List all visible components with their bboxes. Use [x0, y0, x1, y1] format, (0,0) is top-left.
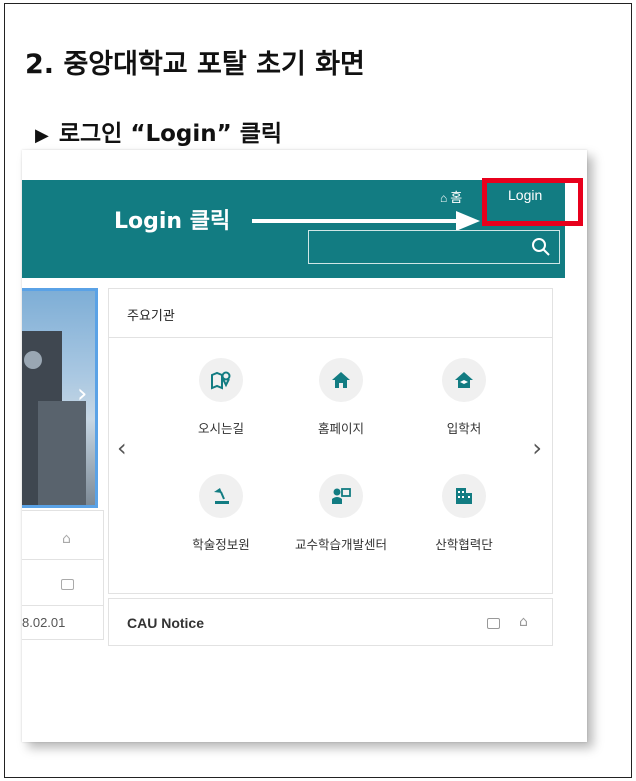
home-icon: ⌂ — [440, 191, 448, 205]
arrow-right-icon — [252, 211, 480, 231]
org-tile-admissions[interactable]: 입학처 — [404, 358, 524, 437]
home-link-label: 홈 — [450, 190, 463, 205]
org-label: 교수학습개발센터 — [294, 537, 387, 552]
login-highlight-box — [482, 178, 583, 226]
clock-icon — [24, 351, 42, 369]
instruction-text: 로그인 “Login” 클릭 — [58, 121, 283, 147]
login-annotation: Login 클릭 — [114, 209, 231, 234]
icon-circle — [442, 474, 486, 518]
portal-screenshot: ⌂홈 Login Login 클릭 › ⌂ 8.02.01 주요기관 ‹ › — [22, 150, 587, 742]
icon-circle — [442, 358, 486, 402]
search-icon[interactable] — [531, 237, 551, 257]
org-tile-industry-cooperation[interactable]: 산학협력단 — [404, 474, 524, 553]
icon-circle — [319, 358, 363, 402]
graduation-cap-icon — [455, 372, 473, 388]
home-icon — [332, 372, 350, 388]
organizations-grid: ‹ › 오시는길 홈페이지 입학처 학술정보원 교수학습개발센터 산학협력단 — [108, 338, 553, 594]
org-label: 학술정보원 — [192, 537, 250, 552]
notice-header: CAU Notice ⌂ — [108, 598, 553, 646]
home-icon[interactable]: ⌂ — [62, 531, 71, 547]
org-tile-library[interactable]: 학술정보원 — [161, 474, 281, 553]
section-heading: 2. 중앙대학교 포탈 초기 화면 — [25, 49, 365, 80]
icon-circle — [199, 358, 243, 402]
org-label: 홈페이지 — [317, 421, 364, 436]
left-panel: ⌂ 8.02.01 — [22, 510, 104, 640]
notice-title[interactable]: CAU Notice — [127, 615, 204, 631]
organizations-title: 주요기관 — [127, 309, 175, 324]
window-icon[interactable] — [61, 579, 74, 590]
lamp-icon — [214, 488, 229, 504]
campus-photo-banner: › — [22, 288, 98, 508]
home-icon[interactable]: ⌂ — [519, 614, 528, 630]
search-input[interactable] — [308, 230, 560, 264]
divider — [22, 559, 104, 560]
org-tile-teaching-center[interactable]: 교수학습개발센터 — [281, 474, 401, 553]
org-label: 입학처 — [446, 421, 482, 436]
icon-circle — [199, 474, 243, 518]
divider — [22, 605, 104, 606]
icon-circle — [319, 474, 363, 518]
building-shape — [38, 401, 86, 505]
teacher-board-icon — [332, 488, 351, 504]
org-label: 산학협력단 — [435, 537, 493, 552]
triangle-bullet-icon: ▶ — [35, 125, 49, 146]
post-date: 8.02.01 — [22, 615, 66, 630]
chevron-left-icon[interactable]: ‹ — [117, 434, 127, 462]
chevron-right-icon[interactable]: › — [532, 434, 542, 462]
org-label: 오시는길 — [197, 421, 244, 436]
organizations-header: 주요기관 — [108, 288, 553, 338]
window-icon[interactable] — [487, 618, 500, 629]
org-tile-directions[interactable]: 오시는길 — [161, 358, 281, 437]
chevron-right-icon[interactable]: › — [77, 379, 87, 409]
building-icon — [456, 488, 472, 504]
home-link[interactable]: ⌂ 홈 — [440, 187, 462, 206]
instruction-line: ▶ 로그인 “Login” 클릭 — [35, 114, 282, 148]
map-pin-icon — [211, 371, 231, 390]
org-tile-homepage[interactable]: 홈페이지 — [281, 358, 401, 437]
